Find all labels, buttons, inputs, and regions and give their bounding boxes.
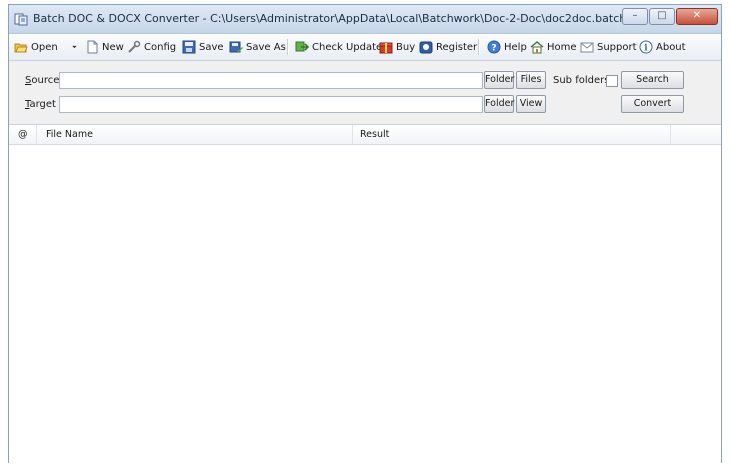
toolbar: Open New Config Save Save As Check Updat… <box>9 34 721 61</box>
help-icon: ? <box>487 40 501 54</box>
subfolders-label: Sub folders <box>553 75 610 86</box>
minimize-button[interactable]: – <box>622 8 648 25</box>
support-button[interactable]: Support <box>580 39 637 55</box>
column-header-status[interactable]: @ <box>9 125 37 144</box>
file-list[interactable]: @ File Name Result <box>9 124 721 465</box>
about-button[interactable]: i About <box>639 39 686 55</box>
support-icon <box>580 42 594 53</box>
window-title: Batch DOC & DOCX Converter - C:\Users\Ad… <box>33 12 633 25</box>
column-header-file-name[interactable]: File Name <box>37 125 353 144</box>
save-button[interactable]: Save <box>182 39 224 55</box>
open-label: Open <box>31 41 58 53</box>
svg-text:?: ? <box>491 44 496 54</box>
subfolders-checkbox[interactable] <box>606 75 618 87</box>
about-icon: i <box>639 40 653 54</box>
chevron-down-icon <box>72 45 77 49</box>
search-button[interactable]: Search <box>621 71 684 89</box>
target-label-text: arget <box>29 99 56 110</box>
source-label-text: ource <box>31 75 60 86</box>
toolbar-separator <box>287 39 289 55</box>
register-label: Register <box>436 41 478 53</box>
buy-label: Buy <box>396 41 416 53</box>
target-view-button[interactable]: View <box>516 95 546 113</box>
maximize-icon: □ <box>657 10 667 21</box>
help-label: Help <box>504 41 527 53</box>
open-folder-icon <box>14 43 28 53</box>
support-label: Support <box>597 41 637 53</box>
convert-button[interactable]: Convert <box>621 95 684 113</box>
close-icon: ✕ <box>692 10 702 21</box>
save-as-label: Save As <box>246 41 286 53</box>
register-icon <box>419 41 433 54</box>
source-folder-button[interactable]: Folder <box>484 71 514 89</box>
source-files-button[interactable]: Files <box>516 71 546 89</box>
save-as-icon <box>229 41 243 53</box>
home-button[interactable]: Home <box>530 39 577 55</box>
source-label: Source <box>25 75 59 86</box>
config-label: Config <box>144 41 177 53</box>
home-icon <box>530 41 544 54</box>
app-icon <box>14 13 28 26</box>
register-button[interactable]: Register <box>419 39 477 55</box>
check-update-button[interactable]: Check Update <box>295 39 382 55</box>
help-button[interactable]: ? Help <box>487 39 527 55</box>
toolbar-separator <box>478 39 480 55</box>
maximize-button[interactable]: □ <box>649 8 675 25</box>
target-folder-button[interactable]: Folder <box>484 95 514 113</box>
new-document-icon <box>87 40 98 54</box>
open-button[interactable]: Open <box>14 39 58 55</box>
check-update-icon <box>295 41 309 52</box>
file-list-header: @ File Name Result <box>9 125 721 145</box>
target-input[interactable] <box>59 96 483 113</box>
app-window: Batch DOC & DOCX Converter - C:\Users\Ad… <box>8 4 722 465</box>
source-target-panel: Source Folder Files Sub folders Search T… <box>9 61 721 124</box>
title-bar[interactable]: Batch DOC & DOCX Converter - C:\Users\Ad… <box>9 5 721 34</box>
svg-text:i: i <box>644 44 648 54</box>
save-label: Save <box>199 41 224 53</box>
config-button[interactable]: Config <box>127 39 176 55</box>
save-as-button[interactable]: Save As <box>229 39 286 55</box>
open-dropdown-button[interactable] <box>71 39 79 55</box>
new-label: New <box>102 41 124 53</box>
save-disk-icon <box>182 40 196 54</box>
config-tools-icon <box>128 40 141 53</box>
close-button[interactable]: ✕ <box>676 8 718 25</box>
check-update-label: Check Update <box>312 41 383 53</box>
target-label: Target <box>25 99 56 110</box>
buy-button[interactable]: Buy <box>379 39 415 55</box>
minimize-icon: – <box>632 10 638 21</box>
about-label: About <box>656 41 686 53</box>
source-input[interactable] <box>59 72 483 89</box>
home-label: Home <box>547 41 577 53</box>
column-header-result[interactable]: Result <box>353 125 671 144</box>
buy-gift-icon <box>379 42 393 54</box>
new-button[interactable]: New <box>85 39 124 55</box>
column-header-filler <box>671 125 721 144</box>
